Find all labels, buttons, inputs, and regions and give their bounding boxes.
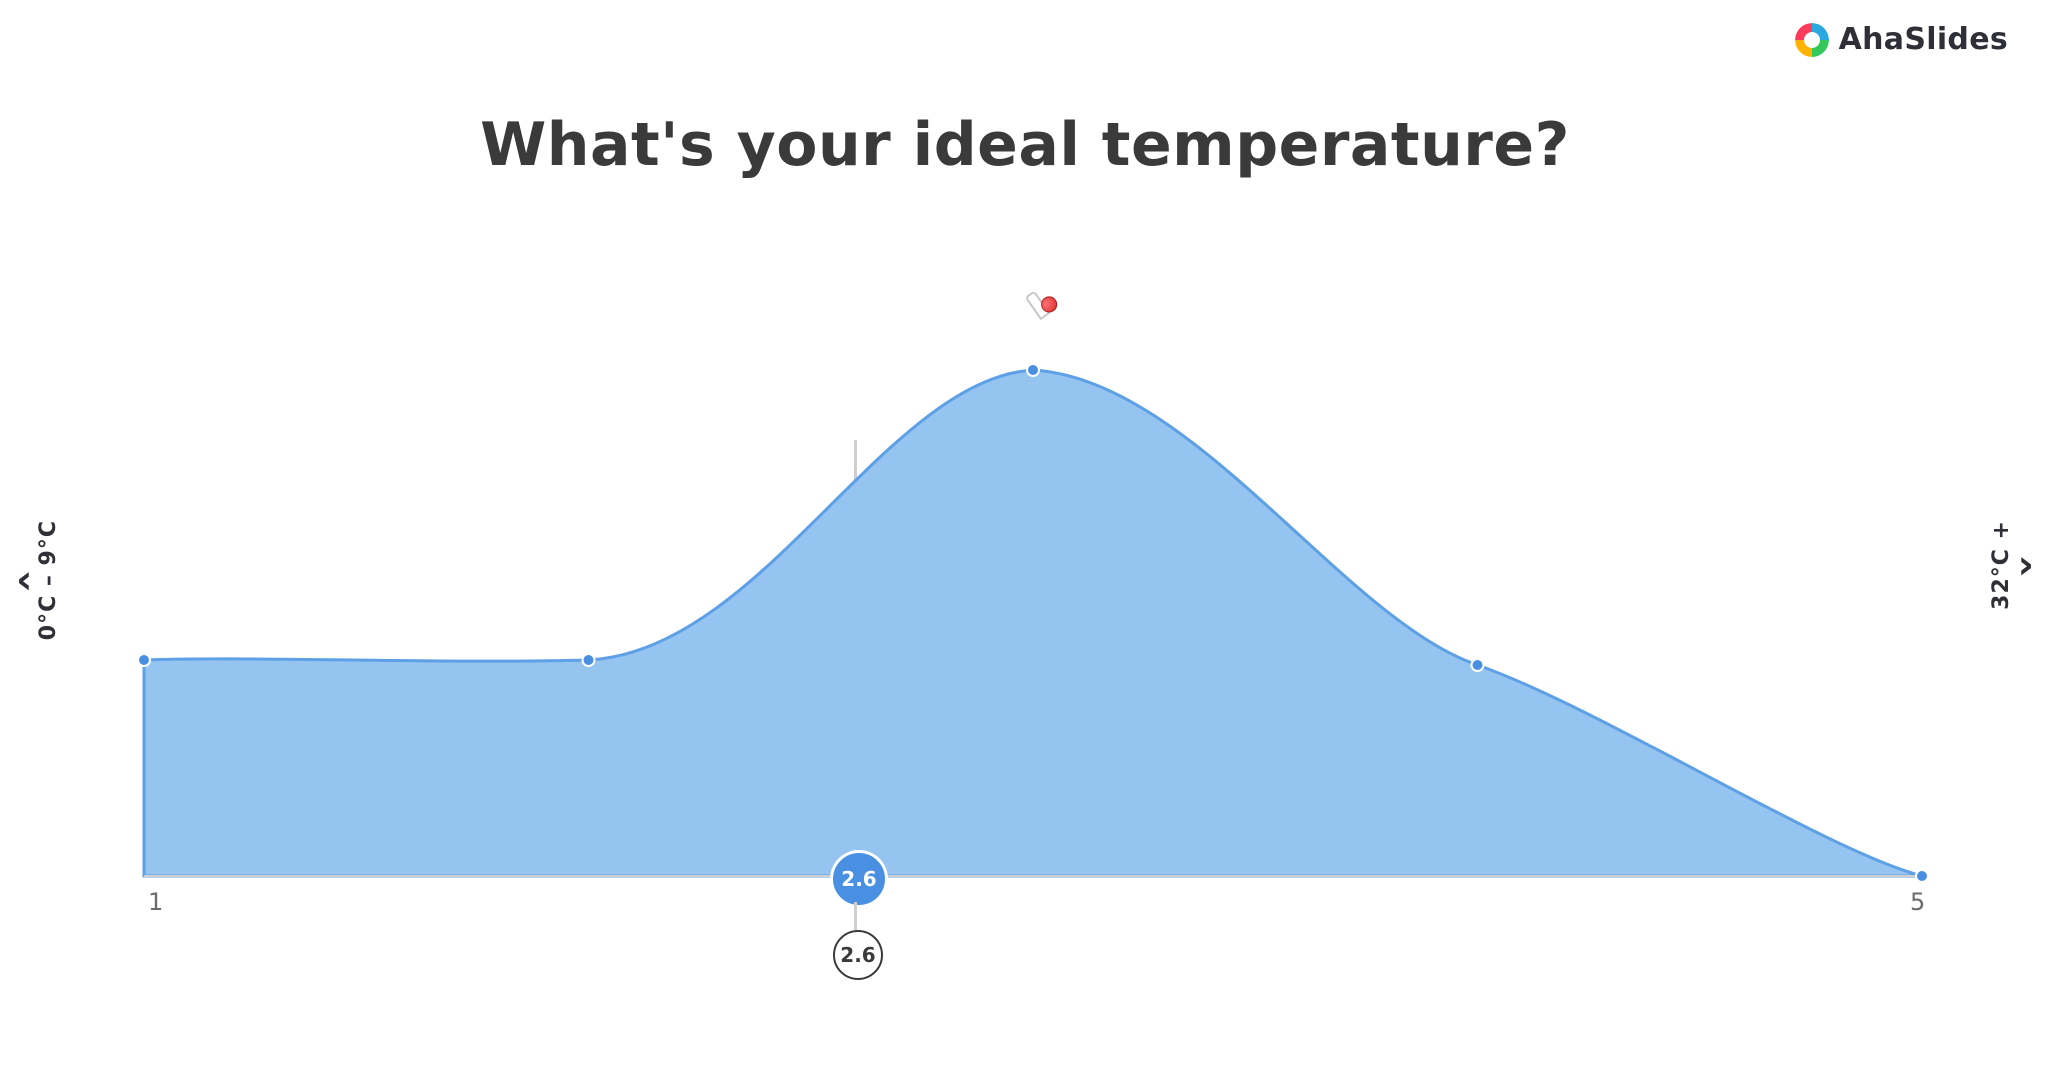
chart-area <box>144 370 1922 876</box>
x-tick-min: 1 <box>148 888 163 916</box>
page-title: What's your ideal temperature? <box>0 110 2050 180</box>
average-badge-outline: 2.6 <box>833 930 883 980</box>
x-tick-max: 5 <box>1910 888 1925 916</box>
scale-min-label: 0°C – 9°C <box>36 520 61 640</box>
ahaslides-logo-icon <box>1795 23 1829 57</box>
average-badge: 2.6 <box>833 853 885 905</box>
prev-button[interactable]: ‹ <box>16 557 32 603</box>
next-button[interactable]: › <box>2018 542 2034 588</box>
average-badge-stem <box>854 902 857 930</box>
scale-max-label: 32°C + <box>1989 520 2014 610</box>
brand-text: AhaSlides <box>1839 22 2008 57</box>
app-brand: AhaSlides <box>1795 22 2008 57</box>
distribution-chart <box>144 320 1922 880</box>
